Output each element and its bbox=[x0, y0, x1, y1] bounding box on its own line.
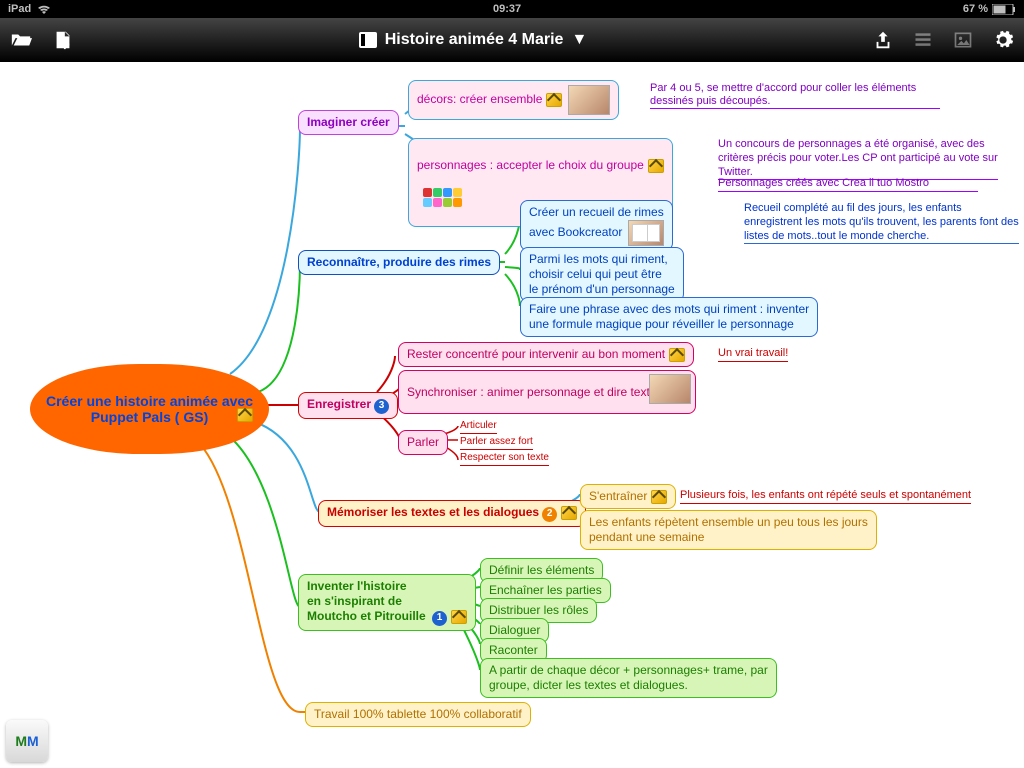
note-icon[interactable] bbox=[561, 506, 577, 520]
document-title: Histoire animée 4 Marie bbox=[385, 31, 564, 49]
thumbnail-grid-icon bbox=[423, 173, 462, 222]
note-icon[interactable] bbox=[546, 93, 562, 107]
note-travail: Un vrai travail! bbox=[718, 347, 788, 362]
node-decors[interactable]: décors: créer ensemble bbox=[408, 80, 619, 120]
app-logo-icon[interactable]: MM bbox=[6, 720, 48, 762]
app-toolbar: Histoire animée 4 Marie ▼ bbox=[0, 18, 1024, 62]
priority-badge-1: 1 bbox=[432, 611, 447, 626]
note-plusieurs-fois: Plusieurs fois, les enfants ont répété s… bbox=[680, 489, 971, 504]
thumbnail-icon bbox=[628, 220, 664, 246]
branch-memoriser[interactable]: Mémoriser les textes et les dialogues2 bbox=[318, 500, 586, 527]
mindmap-canvas[interactable]: Créer une histoire animée avec Puppet Pa… bbox=[0, 62, 1024, 768]
note-icon[interactable] bbox=[451, 610, 467, 624]
node-prenom[interactable]: Parmi les mots qui riment, choisir celui… bbox=[520, 247, 684, 302]
note-icon[interactable] bbox=[669, 348, 685, 362]
node-formule[interactable]: Faire une phrase avec des mots qui rimen… bbox=[520, 297, 818, 337]
branch-rimes[interactable]: Reconnaître, produire des rimes bbox=[298, 250, 500, 275]
root-label: Créer une histoire animée avec Puppet Pa… bbox=[32, 393, 267, 425]
note-icon[interactable] bbox=[237, 408, 253, 422]
note-bookcreator: Recueil complété au fil des jours, les e… bbox=[744, 202, 1019, 244]
node-dicter[interactable]: A partir de chaque décor + personnages+ … bbox=[480, 658, 777, 698]
note-articuler: Articuler bbox=[460, 420, 497, 434]
priority-badge-2: 2 bbox=[542, 507, 557, 522]
note-perso-2: Personnages créés avec Crea il tuo Mostr… bbox=[718, 177, 978, 192]
note-icon[interactable] bbox=[651, 490, 667, 504]
node-concentre[interactable]: Rester concentré pour intervenir au bon … bbox=[398, 342, 694, 367]
node-synchroniser[interactable]: Synchroniser : animer personnage et dire… bbox=[398, 370, 696, 414]
branch-inventer[interactable]: Inventer l'histoire en s'inspirant de Mo… bbox=[298, 574, 476, 631]
node-repetent[interactable]: Les enfants répètent ensemble un peu tou… bbox=[580, 510, 877, 550]
node-bookcreator[interactable]: Créer un recueil de rimes avec Bookcreat… bbox=[520, 200, 673, 251]
root-node[interactable]: Créer une histoire animée avec Puppet Pa… bbox=[30, 364, 269, 454]
clock: 09:37 bbox=[51, 3, 963, 15]
note-decors: Par 4 ou 5, se mettre d'accord pour coll… bbox=[650, 82, 940, 109]
chevron-down-icon: ▼ bbox=[571, 31, 587, 49]
image-icon[interactable] bbox=[952, 29, 974, 51]
outline-view-icon[interactable] bbox=[912, 29, 934, 51]
settings-icon[interactable] bbox=[992, 29, 1014, 51]
wifi-icon bbox=[37, 3, 51, 15]
thumbnail-icon bbox=[568, 85, 610, 115]
folder-open-icon[interactable] bbox=[10, 29, 32, 51]
battery-percent: 67 % bbox=[963, 3, 988, 15]
branch-imaginer[interactable]: Imaginer créer bbox=[298, 110, 399, 135]
document-title-button[interactable]: Histoire animée 4 Marie ▼ bbox=[74, 31, 872, 49]
thumbnail-icon bbox=[649, 374, 691, 404]
battery-icon bbox=[992, 4, 1016, 15]
node-sentrainer[interactable]: S'entraîner bbox=[580, 484, 676, 509]
note-respecter: Respecter son texte bbox=[460, 452, 549, 466]
note-assez-fort: Parler assez fort bbox=[460, 436, 533, 450]
note-perso-1: Un concours de personnages a été organis… bbox=[718, 138, 998, 180]
ios-status-bar: iPad 09:37 67 % bbox=[0, 0, 1024, 18]
branch-enregistrer[interactable]: Enregistrer3 bbox=[298, 392, 398, 419]
note-icon[interactable] bbox=[648, 159, 664, 173]
add-document-icon[interactable] bbox=[52, 29, 74, 51]
node-parler[interactable]: Parler bbox=[398, 430, 448, 455]
branch-tablette[interactable]: Travail 100% tablette 100% collaboratif bbox=[305, 702, 531, 727]
priority-badge-3: 3 bbox=[374, 399, 389, 414]
share-icon[interactable] bbox=[872, 29, 894, 51]
sidebar-icon bbox=[359, 32, 377, 48]
device-label: iPad bbox=[8, 3, 31, 15]
